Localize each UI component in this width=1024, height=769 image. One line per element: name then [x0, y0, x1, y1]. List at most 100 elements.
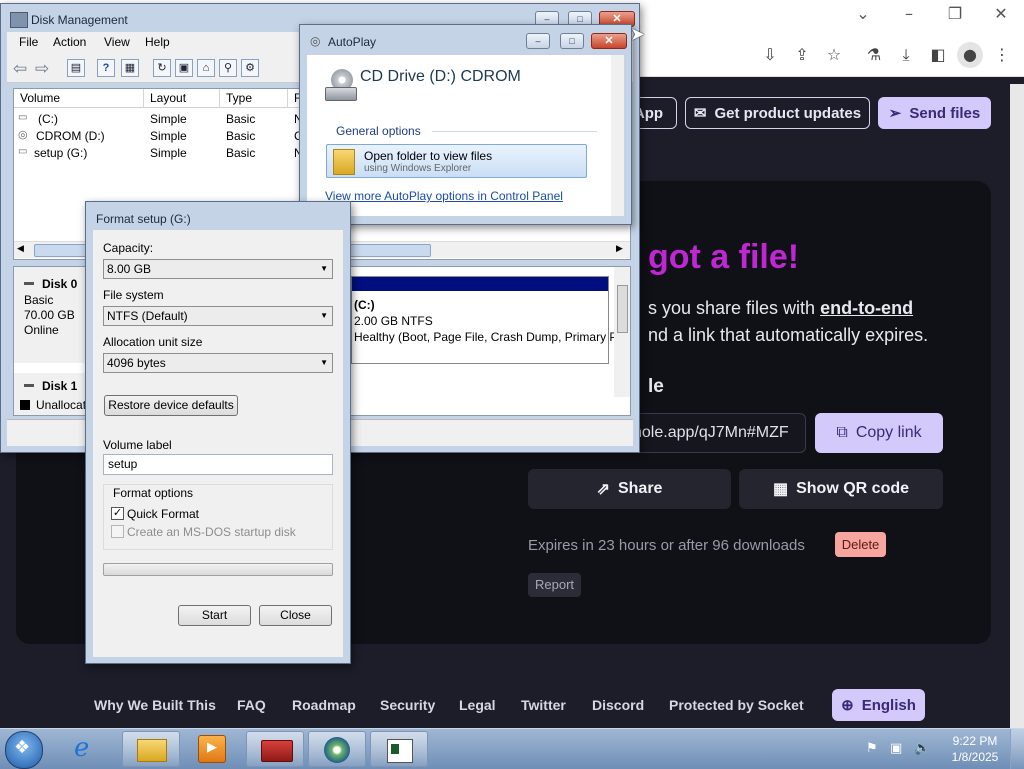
extension-icon[interactable]: ⚗	[861, 42, 887, 68]
drive-icon: ▭	[18, 112, 28, 123]
downloads-icon[interactable]: ⤓	[893, 42, 919, 68]
taskbar-format[interactable]	[370, 731, 428, 767]
scroll-left-icon[interactable]: ◀	[17, 243, 24, 254]
share-page-icon[interactable]: ⇪	[789, 42, 815, 68]
network-icon[interactable]: ▣	[890, 741, 902, 756]
side-panel-icon[interactable]: ◧	[925, 42, 951, 68]
volume-label-input[interactable]: setup	[103, 454, 333, 475]
quick-format-label: Quick Format	[127, 507, 200, 521]
delete-button[interactable]: Delete	[835, 532, 886, 557]
open-folder-option[interactable]: Open folder to view files using Windows …	[326, 144, 587, 178]
menu-file[interactable]: File	[19, 35, 38, 49]
menu-kebab-icon[interactable]: ⋮	[989, 42, 1015, 68]
internet-explorer-icon[interactable]: ℯ	[74, 733, 89, 763]
menu-help[interactable]: Help	[145, 35, 170, 49]
bookmark-star-icon[interactable]: ☆	[821, 42, 847, 68]
drive-name: CD Drive (D:) CDROM	[360, 68, 521, 85]
disk-icon: ▬	[24, 277, 34, 288]
open-folder-icon[interactable]: ⌂	[197, 59, 215, 77]
back-arrow-icon[interactable]: ⇦	[13, 59, 27, 79]
folder-icon	[137, 739, 167, 762]
help-icon[interactable]: ?	[97, 59, 115, 77]
start-button[interactable]: Start	[178, 605, 251, 626]
show-desktop-button[interactable]	[1010, 729, 1024, 769]
footer-link-roadmap[interactable]: Roadmap	[292, 697, 356, 713]
column-type[interactable]: Type	[220, 89, 288, 107]
menu-action[interactable]: Action	[53, 35, 86, 49]
section-heading: le	[648, 376, 664, 397]
footer-link-faq[interactable]: FAQ	[237, 697, 266, 713]
browser-scrollbar[interactable]	[1010, 84, 1024, 728]
language-button[interactable]: ⊕ English	[832, 689, 925, 721]
media-player-icon[interactable]: ▶	[198, 735, 226, 763]
window-title: AutoPlay	[328, 35, 377, 49]
toolbox-icon	[261, 740, 293, 762]
file-system-select[interactable]: NTFS (Default)	[103, 306, 333, 326]
share-icon: ⇗	[596, 481, 610, 498]
menu-view[interactable]: View	[104, 35, 130, 49]
disk0-info[interactable]: ▬ Disk 0 Basic 70.00 GB Online	[14, 267, 86, 363]
hero-title: got a file!	[648, 238, 800, 276]
taskbar-autoplay[interactable]	[308, 731, 366, 767]
footer-link-socket[interactable]: Protected by Socket	[669, 697, 804, 713]
footer-link-why[interactable]: Why We Built This	[94, 697, 216, 713]
footer-link-legal[interactable]: Legal	[459, 697, 496, 713]
footer-link-discord[interactable]: Discord	[592, 697, 644, 713]
restore-icon[interactable]: ❐	[941, 0, 969, 28]
close-icon[interactable]: ✕	[987, 0, 1015, 28]
refresh-icon[interactable]: ↻	[153, 59, 171, 77]
send-files-button[interactable]: ➢ Send files	[878, 97, 991, 129]
close-format-button[interactable]: Close	[259, 605, 332, 626]
footer-link-twitter[interactable]: Twitter	[521, 697, 566, 713]
report-button[interactable]: Report	[528, 573, 581, 597]
share-link-field[interactable]: hole.app/qJ7Mn#MZF	[620, 413, 806, 453]
settings-icon[interactable]: ⚙	[241, 59, 259, 77]
scroll-thumb[interactable]	[617, 285, 628, 333]
expiry-text: Expires in 23 hours or after 96 download…	[528, 537, 805, 554]
profile-avatar-icon[interactable]: ●	[957, 42, 983, 68]
forward-arrow-icon[interactable]: ⇨	[35, 59, 49, 79]
more-autoplay-options-link[interactable]: View more AutoPlay options in Control Pa…	[325, 189, 563, 203]
cd-drive-icon: ◎	[18, 129, 28, 141]
minimize-button[interactable]: –	[526, 33, 550, 49]
action-center-flag-icon[interactable]: ⚑	[866, 741, 878, 756]
footer-link-security[interactable]: Security	[380, 697, 435, 713]
clock[interactable]: 9:22 PM 1/8/2025	[950, 734, 1000, 764]
column-layout[interactable]: Layout	[144, 89, 220, 107]
volume-muted-icon[interactable]: 🔈	[914, 741, 930, 756]
disk-tool-icon[interactable]: ▣	[175, 59, 193, 77]
unallocated-legend-swatch	[20, 400, 30, 410]
format-options-label: Format options	[111, 486, 196, 500]
view-list-icon[interactable]: ▦	[121, 59, 139, 77]
taskbar: ❖ ℯ ▶ ⚑ ▣ 🔈 9:22 PM 1/8/2025	[0, 728, 1024, 769]
cd-icon	[324, 737, 350, 763]
capacity-select[interactable]: 8.00 GB	[103, 259, 333, 279]
taskbar-disk-management[interactable]	[246, 731, 304, 767]
get-updates-button[interactable]: ✉ Get product updates	[685, 97, 870, 129]
format-progress-bar	[103, 563, 333, 576]
close-button[interactable]: ✕	[591, 33, 627, 49]
autoplay-window: ◎ AutoPlay – □ ✕ CD Drive (D:) CDROM Gen…	[299, 24, 632, 225]
share-button[interactable]: ⇗ Share	[528, 469, 731, 509]
partition-c[interactable]: (C:) 2.00 GB NTFS Healthy (Boot, Page Fi…	[351, 276, 617, 364]
allocation-size-select[interactable]: 4096 bytes	[103, 353, 333, 373]
search-disk-icon[interactable]: ⚲	[219, 59, 237, 77]
scroll-right-icon[interactable]: ▶	[616, 243, 623, 254]
vertical-scrollbar[interactable]	[611, 55, 624, 216]
show-qr-button[interactable]: ▦ Show QR code	[739, 469, 943, 509]
install-app-icon[interactable]: ⇩	[757, 42, 783, 68]
taskbar-explorer[interactable]	[122, 731, 180, 767]
tab-search-icon[interactable]: ⌄	[849, 0, 877, 28]
vertical-scrollbar[interactable]	[614, 267, 630, 397]
maximize-button[interactable]: □	[560, 33, 584, 49]
quick-format-checkbox[interactable]: ✓	[111, 507, 124, 520]
copy-link-button[interactable]: ⧉ Copy link	[815, 413, 943, 453]
msdos-checkbox[interactable]	[111, 525, 124, 538]
restore-defaults-button[interactable]: Restore device defaults	[104, 395, 238, 416]
properties-icon[interactable]: ▤	[67, 59, 85, 77]
copy-icon: ⧉	[836, 424, 848, 441]
mouse-cursor-icon: ➤	[630, 24, 646, 45]
start-button[interactable]: ❖	[5, 731, 43, 769]
minimize-icon[interactable]: –	[895, 0, 923, 28]
column-volume[interactable]: Volume	[14, 89, 144, 107]
